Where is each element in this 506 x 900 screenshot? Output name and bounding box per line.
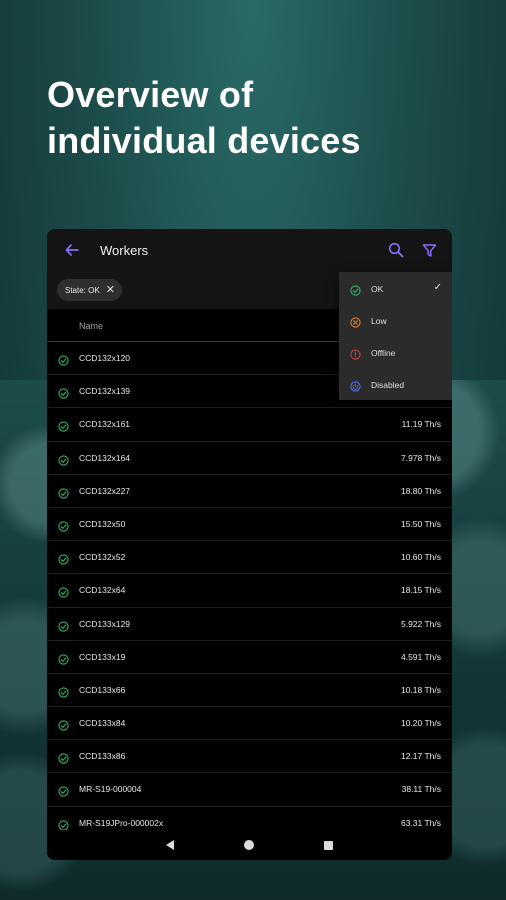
arrow-left-icon[interactable] bbox=[63, 241, 81, 259]
worker-hashrate: 38.11 Th/s bbox=[401, 784, 441, 795]
menu-item-disabled[interactable]: Disabled bbox=[339, 368, 452, 400]
system-nav-bar bbox=[47, 830, 452, 860]
state-filter-menu: OK ✓ Low Offline Disabled bbox=[339, 272, 452, 400]
table-row[interactable]: CCD133x84 10.20 Th/s bbox=[47, 707, 452, 741]
worker-hashrate: 5.922 Th/s bbox=[400, 618, 441, 629]
nav-recents-icon[interactable] bbox=[324, 840, 333, 850]
table-row[interactable]: CCD132x164 7.978 Th/s bbox=[47, 442, 452, 475]
worker-name: CCD133x66 bbox=[79, 684, 126, 695]
table-row[interactable]: CCD132x227 18.80 Th/s bbox=[47, 475, 452, 508]
chip-label: State: OK bbox=[65, 285, 100, 295]
worker-hashrate: 63.31 Th/s bbox=[400, 817, 441, 828]
check-circle-icon bbox=[58, 619, 69, 632]
worker-name: MR-S19JPro-000002x bbox=[79, 817, 164, 828]
worker-name: CCD132x64 bbox=[79, 585, 126, 596]
check-circle-icon bbox=[58, 818, 69, 831]
check-circle-icon bbox=[58, 685, 69, 698]
worker-name: CCD132x164 bbox=[79, 452, 131, 463]
check-circle-icon bbox=[58, 353, 69, 366]
menu-item-label: Disabled bbox=[371, 380, 405, 390]
check-circle-icon bbox=[58, 784, 69, 798]
headline-line-1: Overview of bbox=[47, 74, 254, 115]
error-circle-icon bbox=[350, 347, 361, 360]
table-row[interactable]: CCD132x52 10.60 Th/s bbox=[47, 541, 452, 575]
worker-name: MR-S19-000004 bbox=[79, 784, 142, 795]
menu-item-label: OK bbox=[371, 284, 384, 294]
worker-hashrate: 10.20 Th/s bbox=[400, 718, 441, 729]
menu-item-ok[interactable]: OK ✓ bbox=[339, 272, 452, 304]
worker-name: CCD133x19 bbox=[79, 651, 126, 662]
check-circle-icon bbox=[58, 486, 69, 499]
nav-back-icon[interactable] bbox=[166, 840, 174, 850]
worker-name: CCD132x120 bbox=[79, 353, 131, 363]
worker-name: CCD132x161 bbox=[79, 419, 131, 430]
promo-headline: Overview of individual devices bbox=[47, 72, 361, 164]
menu-item-low[interactable]: Low bbox=[339, 304, 452, 336]
worker-hashrate: 4.591 Th/s bbox=[400, 651, 441, 662]
check-circle-icon bbox=[58, 718, 69, 731]
table-row[interactable]: CCD132x161 11.19 Th/s bbox=[47, 408, 452, 442]
table-row[interactable]: CCD133x66 10.18 Th/s bbox=[47, 674, 452, 708]
table-row[interactable]: CCD132x64 18.15 Th/s bbox=[47, 574, 452, 608]
check-circle-icon bbox=[58, 751, 69, 764]
worker-hashrate: 7.978 Th/s bbox=[400, 452, 441, 463]
power-circle-icon bbox=[350, 379, 361, 392]
worker-hashrate: 15.50 Th/s bbox=[400, 518, 441, 529]
menu-item-label: Low bbox=[371, 316, 387, 326]
worker-hashrate: 10.60 Th/s bbox=[400, 552, 441, 563]
worker-name: CCD133x84 bbox=[79, 718, 126, 729]
worker-name: CCD133x86 bbox=[79, 751, 126, 762]
column-header-name[interactable]: Name bbox=[79, 321, 103, 331]
headline-line-2: individual devices bbox=[47, 120, 361, 161]
device-screen: Workers State: OK ✕ Name CCD132x120 CCD13… bbox=[47, 229, 452, 860]
table-row[interactable]: CCD133x129 5.922 Th/s bbox=[47, 608, 452, 641]
worker-name: CCD133x129 bbox=[79, 618, 131, 629]
table-row[interactable]: CCD132x50 15.50 Th/s bbox=[47, 508, 452, 542]
check-circle-icon bbox=[350, 283, 361, 296]
table-row[interactable]: MR-S19-000004 38.11 Th/s bbox=[47, 773, 452, 807]
worker-name: CCD132x139 bbox=[79, 386, 131, 397]
worker-hashrate: 11.19 Th/s bbox=[401, 419, 441, 430]
worker-hashrate: 18.80 Th/s bbox=[400, 485, 441, 496]
state-filter-chip[interactable]: State: OK ✕ bbox=[57, 279, 122, 301]
filter-icon[interactable] bbox=[419, 240, 439, 260]
nav-home-icon[interactable] bbox=[244, 840, 254, 850]
menu-item-label: Offline bbox=[371, 348, 396, 358]
check-circle-icon bbox=[58, 652, 69, 665]
worker-name: CCD132x227 bbox=[79, 485, 131, 496]
worker-hashrate: 10.18 Th/s bbox=[400, 684, 441, 695]
search-icon[interactable] bbox=[386, 240, 406, 260]
checkmark-icon: ✓ bbox=[433, 282, 442, 293]
worker-hashrate: 12.17 Th/s bbox=[400, 751, 441, 762]
check-circle-icon bbox=[58, 386, 69, 399]
menu-item-offline[interactable]: Offline bbox=[339, 336, 452, 368]
check-circle-icon bbox=[58, 519, 69, 532]
table-row[interactable]: CCD133x86 12.17 Th/s bbox=[47, 740, 452, 774]
app-bar: Workers bbox=[47, 229, 452, 271]
worker-name: CCD132x52 bbox=[79, 552, 126, 563]
check-circle-icon bbox=[58, 585, 69, 598]
close-icon[interactable]: ✕ bbox=[106, 284, 115, 296]
workers-list: CCD132x120 CCD132x139 CCD132x161 11.19 Th/s… bbox=[47, 342, 452, 840]
warning-circle-icon bbox=[350, 315, 361, 328]
check-circle-icon bbox=[58, 552, 69, 565]
page-title: Workers bbox=[100, 242, 149, 258]
worker-hashrate: 18.15 Th/s bbox=[400, 585, 441, 596]
worker-name: CCD132x50 bbox=[79, 518, 126, 529]
check-circle-icon bbox=[58, 453, 69, 466]
table-row[interactable]: CCD133x19 4.591 Th/s bbox=[47, 641, 452, 674]
check-circle-icon bbox=[58, 419, 69, 433]
